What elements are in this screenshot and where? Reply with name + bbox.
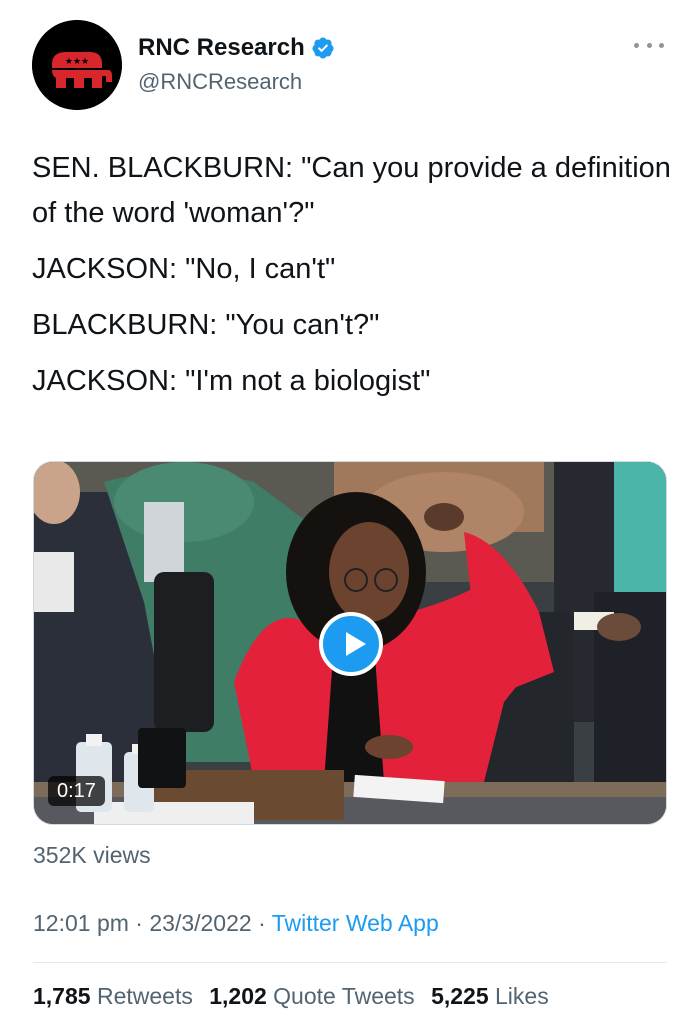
play-icon[interactable]: [319, 612, 383, 676]
meta-separator: ·: [128, 910, 150, 936]
tweet-meta: 12:01 pm · 23/3/2022 · Twitter Web App: [33, 907, 439, 939]
quotes-count: 1,202: [209, 983, 267, 1009]
quotes-label: Quote Tweets: [273, 983, 415, 1009]
quote-tweets-stat[interactable]: 1,202 Quote Tweets: [209, 983, 414, 1009]
avatar[interactable]: ★★★: [32, 20, 122, 110]
display-name[interactable]: RNC Research: [138, 34, 305, 62]
tweet-line: JACKSON: "No, I can't": [32, 253, 336, 285]
tweet-time[interactable]: 12:01 pm: [33, 910, 129, 936]
tweet-line: SEN. BLACKBURN: "Can you provide a defin…: [32, 152, 671, 229]
retweets-label: Retweets: [96, 983, 193, 1009]
gop-elephant-logo-icon: ★★★: [32, 20, 122, 110]
tweet-line: BLACKBURN: "You can't?": [32, 309, 380, 341]
verified-badge-icon: [312, 37, 334, 59]
divider: [33, 962, 667, 963]
tweet-date[interactable]: 23/3/2022: [149, 910, 251, 936]
more-options-icon[interactable]: [634, 36, 664, 54]
video-player[interactable]: 0:17: [33, 461, 667, 825]
author-handle[interactable]: @RNCResearch: [138, 68, 302, 96]
tweet-line: JACKSON: "I'm not a biologist": [32, 365, 431, 397]
tweet-source-link[interactable]: Twitter Web App: [272, 910, 439, 936]
author-name-row[interactable]: RNC Research: [138, 34, 335, 62]
video-duration: 0:17: [48, 776, 105, 806]
svg-text:★★★: ★★★: [65, 57, 89, 67]
likes-label: Likes: [495, 983, 549, 1009]
view-count: 352K views: [33, 842, 151, 868]
likes-count: 5,225: [431, 983, 489, 1009]
retweets-stat[interactable]: 1,785 Retweets: [33, 983, 193, 1009]
engagement-stats: 1,785 Retweets 1,202 Quote Tweets 5,225 …: [33, 980, 559, 1012]
meta-separator: ·: [251, 910, 272, 936]
retweets-count: 1,785: [33, 983, 91, 1009]
likes-stat[interactable]: 5,225 Likes: [431, 983, 549, 1009]
tweet-text: SEN. BLACKBURN: "Can you provide a defin…: [32, 146, 672, 415]
